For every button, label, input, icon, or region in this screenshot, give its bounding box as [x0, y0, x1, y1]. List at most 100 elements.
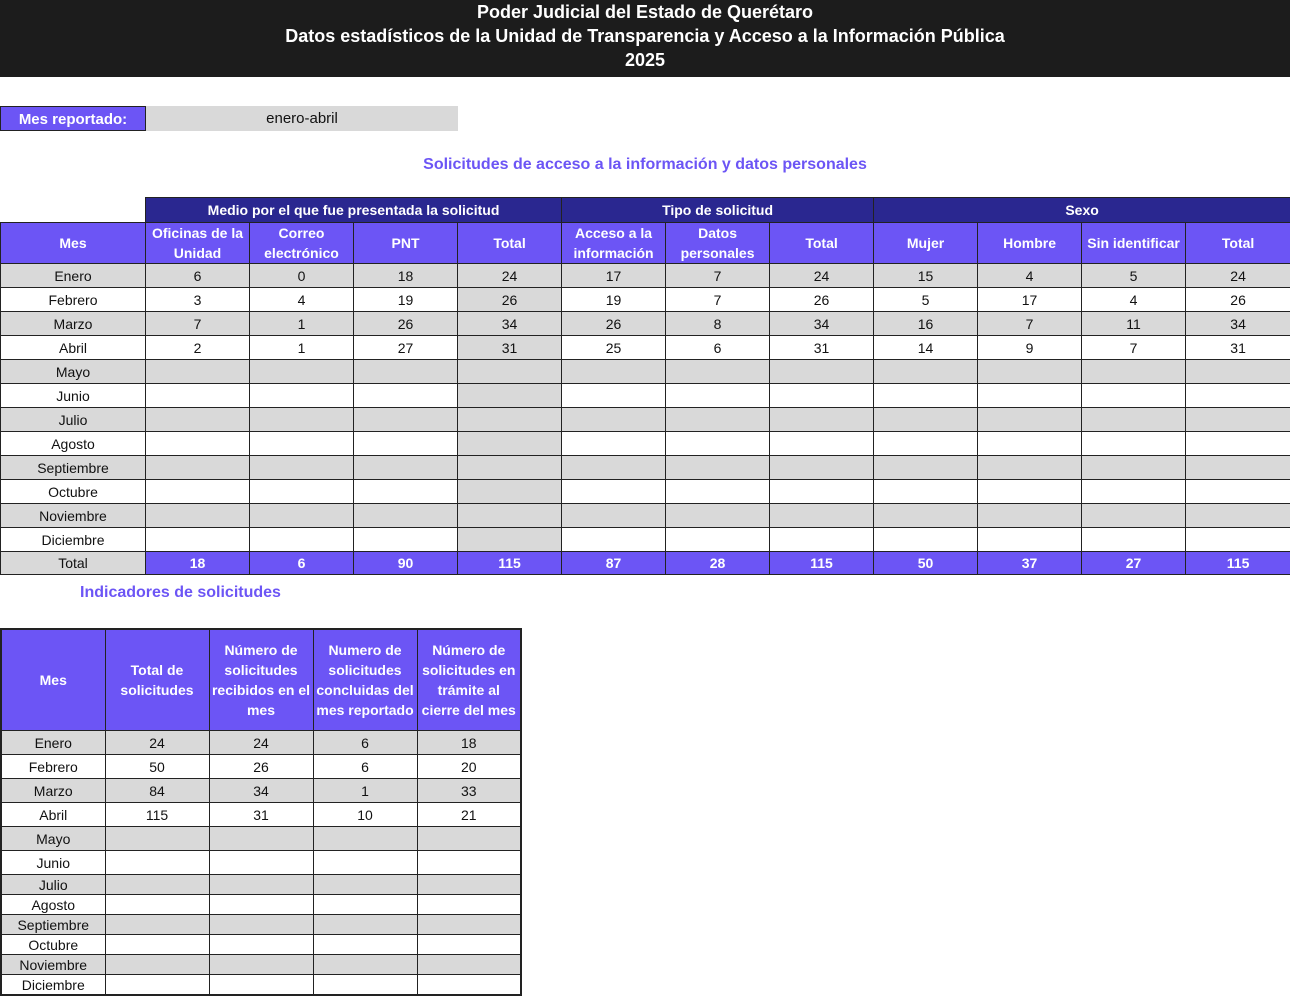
month-cell: Diciembre — [0, 974, 106, 996]
data-cell — [353, 407, 458, 432]
data-cell: 26 — [561, 311, 667, 336]
data-cell: 15 — [873, 263, 979, 288]
data-cell: 17 — [977, 287, 1083, 312]
column-header: PNT — [353, 222, 458, 264]
data-cell: 24 — [208, 730, 314, 755]
data-cell — [249, 503, 354, 528]
data-cell — [312, 874, 418, 895]
data-cell — [353, 431, 458, 456]
table-row: Noviembre — [0, 503, 1290, 528]
data-cell — [208, 974, 314, 996]
data-cell — [456, 479, 563, 504]
data-cell: 24 — [769, 263, 875, 288]
data-cell — [561, 407, 667, 432]
table-row: Noviembre — [0, 954, 522, 975]
data-cell — [561, 383, 667, 408]
data-cell — [208, 914, 314, 935]
month-cell: Octubre — [0, 934, 106, 955]
month-cell: Febrero — [0, 754, 106, 779]
data-cell — [665, 383, 771, 408]
data-cell — [145, 359, 250, 384]
data-cell — [456, 503, 563, 528]
data-cell: 27 — [353, 335, 458, 360]
data-cell: 4 — [1081, 287, 1187, 312]
data-cell — [312, 850, 418, 875]
data-cell: 5 — [1081, 263, 1187, 288]
data-cell — [104, 874, 210, 895]
data-cell: 24 — [1185, 263, 1290, 288]
total-cell: 28 — [665, 551, 771, 575]
data-cell: 26 — [456, 287, 563, 312]
month-cell: Abril — [0, 802, 106, 827]
data-cell — [1185, 383, 1290, 408]
data-cell — [1185, 407, 1290, 432]
table-row: Mayo — [0, 359, 1290, 384]
data-cell — [873, 383, 979, 408]
data-cell — [561, 503, 667, 528]
group-header-tipo: Tipo de solicitud — [561, 197, 875, 223]
data-cell — [416, 954, 522, 975]
data-cell: 5 — [873, 287, 979, 312]
data-cell: 34 — [208, 778, 314, 803]
month-cell: Julio — [0, 407, 146, 432]
data-cell: 24 — [456, 263, 563, 288]
data-cell — [1185, 455, 1290, 480]
month-cell: Agosto — [0, 431, 146, 456]
data-cell — [977, 479, 1083, 504]
data-cell — [665, 503, 771, 528]
data-cell: 1 — [312, 778, 418, 803]
data-cell: 19 — [561, 287, 667, 312]
table-row: Octubre — [0, 934, 522, 955]
data-cell — [1081, 479, 1187, 504]
data-cell: 7 — [977, 311, 1083, 336]
data-cell — [416, 974, 522, 996]
data-cell — [416, 874, 522, 895]
table-row: Abril 2 1 27 31 25 6 31 14 9 7 31 — [0, 335, 1290, 360]
data-cell: 17 — [561, 263, 667, 288]
data-cell — [353, 455, 458, 480]
data-cell — [249, 359, 354, 384]
data-cell — [249, 455, 354, 480]
data-cell: 34 — [1185, 311, 1290, 336]
data-cell — [561, 479, 667, 504]
column-header: Sin identificar — [1081, 222, 1187, 264]
month-cell: Noviembre — [0, 954, 106, 975]
column-header: Total — [456, 222, 563, 264]
table-row: Septiembre — [0, 455, 1290, 480]
data-cell — [353, 527, 458, 552]
data-cell — [104, 826, 210, 851]
data-cell — [145, 479, 250, 504]
data-cell: 26 — [769, 287, 875, 312]
data-cell — [977, 431, 1083, 456]
data-cell — [769, 407, 875, 432]
data-cell: 31 — [208, 802, 314, 827]
mes-reportado-value[interactable]: enero-abril — [146, 106, 458, 131]
data-cell — [104, 914, 210, 935]
month-cell: Diciembre — [0, 527, 146, 552]
total-cell: 115 — [456, 551, 563, 575]
data-cell — [873, 407, 979, 432]
data-cell — [561, 431, 667, 456]
data-cell — [665, 407, 771, 432]
data-cell — [312, 894, 418, 915]
table-row: Diciembre — [0, 974, 522, 996]
data-cell — [353, 383, 458, 408]
month-cell: Mayo — [0, 359, 146, 384]
column-header: Oficinas de la Unidad — [145, 222, 250, 264]
data-cell — [665, 479, 771, 504]
data-cell: 1 — [249, 311, 354, 336]
indicadores-table: Mes Total de solicitudes Número de solicit… — [0, 628, 522, 996]
data-cell — [312, 954, 418, 975]
data-cell — [1185, 431, 1290, 456]
data-cell — [249, 407, 354, 432]
data-cell — [769, 455, 875, 480]
month-cell: Febrero — [0, 287, 146, 312]
column-header: Datos personales — [665, 222, 771, 264]
data-cell — [353, 359, 458, 384]
table-row: Enero 6 0 18 24 17 7 24 15 4 5 24 — [0, 263, 1290, 288]
data-cell — [456, 431, 563, 456]
table-row: Enero 24 24 6 18 — [0, 730, 522, 755]
total-label: Total — [0, 551, 146, 575]
data-cell — [312, 934, 418, 955]
data-cell: 14 — [873, 335, 979, 360]
